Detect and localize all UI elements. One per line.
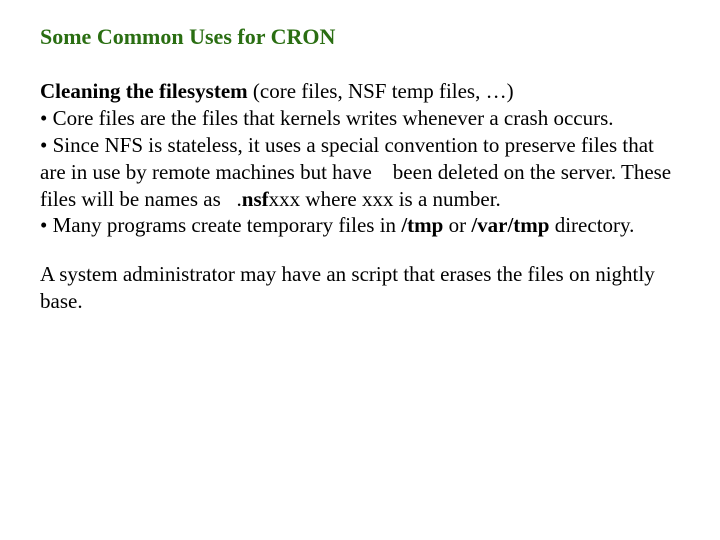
paragraph-1: Cleaning the filesystem (core files, NSF… (40, 78, 680, 239)
bullet-1: • Core files are the files that kernels … (40, 106, 614, 130)
slide: Some Common Uses for CRON Cleaning the f… (0, 0, 720, 540)
lead-bold: Cleaning the filesystem (40, 79, 248, 103)
bullet-3b: directory. (549, 213, 634, 237)
bullet-3-mid: or (443, 213, 471, 237)
bullet-3a: • Many programs create temporary files i… (40, 213, 401, 237)
bullet-3-bold2: /var/tmp (471, 213, 549, 237)
slide-body: Cleaning the filesystem (core files, NSF… (40, 78, 680, 315)
paragraph-2: A system administrator may have an scrip… (40, 261, 680, 315)
bullet-3-bold1: /tmp (401, 213, 443, 237)
bullet-2b: xxx where xxx is a number. (269, 187, 501, 211)
lead-rest: (core files, NSF temp files, …) (248, 79, 514, 103)
slide-title: Some Common Uses for CRON (40, 24, 680, 50)
bullet-2-bold: nsf (242, 187, 269, 211)
